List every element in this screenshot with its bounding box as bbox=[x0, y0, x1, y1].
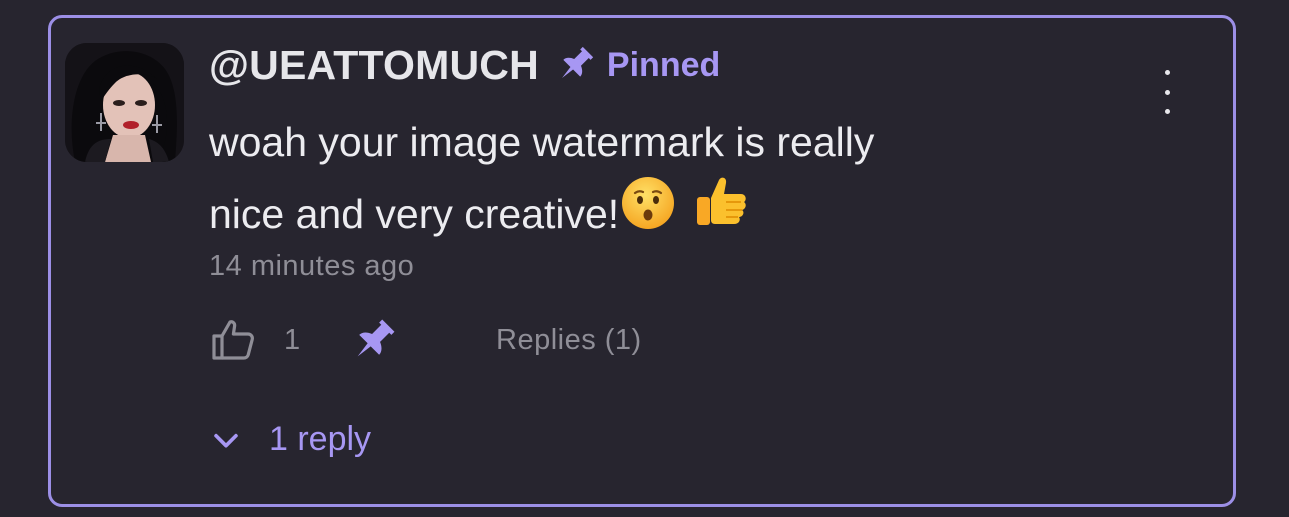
pin-icon bbox=[561, 46, 594, 78]
pin-button-icon[interactable] bbox=[347, 315, 399, 367]
show-replies-toggle[interactable]: 1 reply bbox=[209, 420, 371, 459]
comment-text-line-1: woah your image watermark is really bbox=[209, 119, 875, 165]
comment-body: woah your image watermark is really nice… bbox=[209, 106, 1029, 256]
comment-text-line-2-wrapper: nice and very creative! bbox=[209, 177, 1029, 256]
comment-header: @UEATTOMUCH Pinned bbox=[209, 40, 720, 90]
avatar[interactable] bbox=[65, 43, 184, 162]
pinned-label: Pinned bbox=[606, 45, 721, 84]
username[interactable]: @UEATTOMUCH bbox=[209, 42, 539, 89]
thumbs-up-outline-icon[interactable] bbox=[209, 316, 257, 364]
like-count: 1 bbox=[284, 324, 301, 356]
chevron-down-icon bbox=[214, 433, 238, 448]
timestamp: 14 minutes ago bbox=[209, 250, 415, 282]
more-options-button[interactable] bbox=[1157, 70, 1177, 114]
hushed-face-emoji bbox=[619, 174, 677, 254]
thumbs-up-emoji bbox=[689, 172, 751, 256]
more-vertical-icon bbox=[1164, 70, 1170, 75]
replies-button[interactable]: Replies (1) bbox=[496, 324, 642, 357]
comment-text-line-2: nice and very creative! bbox=[209, 191, 620, 237]
reply-count-label: 1 reply bbox=[269, 420, 372, 458]
pinned-comment-card: @UEATTOMUCH Pinned woah your image water… bbox=[48, 15, 1236, 507]
